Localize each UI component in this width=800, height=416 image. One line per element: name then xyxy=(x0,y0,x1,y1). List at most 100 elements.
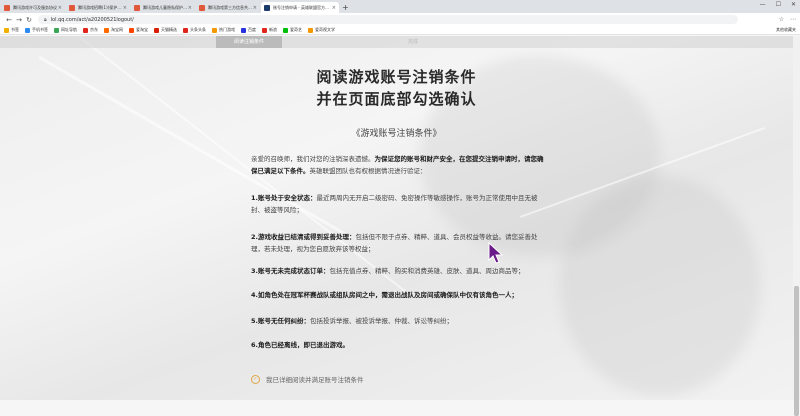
bookmark-icon xyxy=(183,27,188,33)
tab-bar: 腾讯游戏许可及服务协议 × 腾讯游戏招聘(1)(保护隐私) × 腾讯游戏儿童隐私保护指引… xyxy=(0,0,800,13)
bookmark-item[interactable]: 百度 xyxy=(241,27,256,33)
condition-heading: 4.如角色处在冠军杯赛战队或组队房间之中，需退出战队及房间或确保队中仅有该角色一… xyxy=(251,291,518,299)
address-bar[interactable]: 🔒︎ lol.qq.com/act/a20200521logout/ xyxy=(38,15,738,24)
bookmark-item[interactable]: 爱淘宝 xyxy=(129,27,148,33)
bookmark-item[interactable]: 网址导航 xyxy=(54,27,77,33)
condition-body: 包括投诉举报、被投诉举报、仲裁、诉讼等纠纷； xyxy=(310,317,453,325)
tab-label: 账号注销申请 - 英雄联盟官方网站 xyxy=(273,4,332,10)
page-viewport: 阅读注销条件 完成 阅读游戏账号注销条件 并在页面底部勾选确认 《游戏账号注销条… xyxy=(0,36,793,400)
bookmark-label: 百度 xyxy=(248,27,256,32)
bookmark-icon xyxy=(283,27,288,33)
bookmark-icon xyxy=(25,27,30,33)
tab-close-icon[interactable]: × xyxy=(188,5,192,11)
bookmark-label: 爱奇艺 xyxy=(290,27,302,32)
maximize-icon[interactable]: ☐ xyxy=(776,1,781,8)
mouse-cursor-icon xyxy=(488,242,504,264)
page-scrollbar[interactable] xyxy=(793,36,800,416)
page-title-line2: 并在页面底部勾选确认 xyxy=(316,90,477,108)
page-title-line1: 阅读游戏账号注销条件 xyxy=(316,68,477,86)
tab-favicon-icon xyxy=(199,4,205,11)
new-tab-button[interactable]: + xyxy=(342,2,349,13)
bookmark-item[interactable]: 头条头条 xyxy=(183,27,206,33)
bookmark-item[interactable]: 书签 xyxy=(4,27,19,33)
tab-favicon-icon xyxy=(69,4,75,11)
bookmark-label: 爱淘宝 xyxy=(136,27,148,32)
bookmark-icon xyxy=(129,27,134,33)
browser-tab[interactable]: 腾讯游戏第三方信息共享清单× xyxy=(196,2,260,13)
close-icon[interactable]: ✕ xyxy=(791,1,796,8)
star-icon[interactable]: ☆ xyxy=(779,16,784,23)
tab-favicon-icon xyxy=(134,4,140,11)
bookmarks-bar: 书签 手机书签 网址导航 京东 淘宝网 爱淘宝 天猫精选 头条头条 热门游戏 百度 新浪 爱奇艺 爱奇视… xyxy=(0,26,800,35)
browser-tab[interactable]: 账号注销申请 - 英雄联盟官方网站 × xyxy=(261,2,339,13)
intro-paragraph: 亲爱的召唤师，我们对您的注销深表遗憾。为保证您的账号和财产安全，在您提交注销申请… xyxy=(251,155,544,175)
url-text: lol.qq.com/act/a20200521logout/ xyxy=(50,16,134,23)
tab-close-icon[interactable]: × xyxy=(253,5,257,11)
tab-favicon-icon xyxy=(264,4,270,11)
bookmark-item[interactable]: 爱奇艺 xyxy=(283,27,302,33)
tab-favicon-icon xyxy=(4,4,10,11)
bookmark-label: 书签 xyxy=(11,27,19,32)
tab-label: 腾讯游戏第三方信息共享清单 xyxy=(208,4,253,10)
condition-item: 3.账号无未完成状态订单：包括充值点券、精粹、购买和消费英雄、皮肤、道具、周边商… xyxy=(251,266,546,278)
agree-label: 我已详细阅读并满足账号注销条件 xyxy=(266,376,364,384)
bookmark-label: 网址导航 xyxy=(61,27,77,32)
condition-body: 包括充值点券、精粹、购买和消费英雄、皮肤、道具、周边商品等； xyxy=(329,267,525,275)
condition-item: 6.角色已经离线，即已退出游戏。 xyxy=(251,340,546,352)
step-4 xyxy=(354,36,390,48)
browser-toolbar: ← → ↻ 🔒︎ lol.qq.com/act/a20200521logout/… xyxy=(0,13,800,26)
reload-icon[interactable]: ↻ xyxy=(24,16,34,24)
tab-label: 腾讯游戏许可及服务协议 xyxy=(13,4,57,10)
bookmark-label: 头条头条 xyxy=(190,27,206,32)
tab-close-icon[interactable]: × xyxy=(123,5,127,11)
forward-icon[interactable]: → xyxy=(14,16,24,24)
bookmark-label: 天猫精选 xyxy=(161,27,177,32)
other-bookmarks[interactable]: 其他收藏夹 xyxy=(776,27,796,33)
conditions-content: 亲爱的召唤师，我们对您的注销深表遗憾。为保证您的账号和财产安全，在您提交注销申请… xyxy=(251,154,546,349)
bookmark-item[interactable]: 热门游戏 xyxy=(212,27,235,33)
bookmark-item[interactable]: 京东 xyxy=(83,27,98,33)
bookmark-item[interactable]: 新浪 xyxy=(262,27,277,33)
browser-tab[interactable]: 腾讯游戏招聘(1)(保护隐私) × xyxy=(66,2,130,13)
site-step-nav: 阅读注销条件 完成 xyxy=(0,36,793,48)
browser-tab[interactable]: 腾讯游戏许可及服务协议 × xyxy=(1,2,65,13)
bookmark-item[interactable]: 天猫精选 xyxy=(154,27,177,33)
menu-icon[interactable]: ⋯ xyxy=(790,16,796,23)
bookmark-label: 热门游戏 xyxy=(219,27,235,32)
condition-heading: 1.账号处于安全状态： xyxy=(251,194,317,202)
bookmark-icon xyxy=(83,27,88,33)
tab-label: 腾讯游戏儿童隐私保护指引 xyxy=(143,4,188,10)
scrollbar-thumb[interactable] xyxy=(794,286,799,416)
step-3 xyxy=(318,36,354,48)
bookmark-icon xyxy=(212,27,217,33)
bookmark-label: 新浪 xyxy=(269,27,277,32)
condition-item: 1.账号处于安全状态：最近两周内无开启二级密码、免密操作等敏感操作，账号为正常使… xyxy=(251,193,546,216)
tab-close-icon[interactable]: × xyxy=(58,5,62,11)
step-complete: 完成 xyxy=(408,39,419,45)
document-subtitle: 《游戏账号注销条件》 xyxy=(351,129,442,139)
condition-heading: 3.账号无未完成状态订单： xyxy=(251,267,330,275)
step-2 xyxy=(282,36,318,48)
bookmark-icon xyxy=(4,27,9,33)
bookmark-icon xyxy=(308,27,313,33)
bookmark-label: 京东 xyxy=(90,27,98,32)
bookmark-item[interactable]: 手机书签 xyxy=(25,27,48,33)
bookmark-icon xyxy=(262,27,267,33)
condition-heading: 6.角色已经离线，即已退出游戏。 xyxy=(251,341,349,349)
tab-close-icon[interactable]: × xyxy=(332,5,336,11)
minimize-icon[interactable]: — xyxy=(760,1,766,8)
agree-checkbox[interactable]: ✓ xyxy=(251,374,260,384)
browser-tab[interactable]: 腾讯游戏儿童隐私保护指引 × xyxy=(131,2,195,13)
step-read-conditions: 阅读注销条件 xyxy=(216,36,283,48)
bookmark-item[interactable]: 爱奇视文学 xyxy=(308,27,335,33)
bookmark-icon xyxy=(154,27,159,33)
condition-item: 4.如角色处在冠军杯赛战队或组队房间之中，需退出战队及房间或确保队中仅有该角色一… xyxy=(251,290,546,302)
bookmark-item[interactable]: 淘宝网 xyxy=(104,27,123,33)
bookmark-icon xyxy=(241,27,246,33)
bookmark-label: 手机书签 xyxy=(32,27,48,32)
agree-checkbox-row[interactable]: ✓ 我已详细阅读并满足账号注销条件 xyxy=(251,374,364,384)
condition-heading: 2.游戏收益已结清或得到妥善处理： xyxy=(251,233,356,241)
background-art-2 xyxy=(560,176,760,396)
back-icon[interactable]: ← xyxy=(4,16,14,24)
bookmark-icon xyxy=(104,27,109,33)
